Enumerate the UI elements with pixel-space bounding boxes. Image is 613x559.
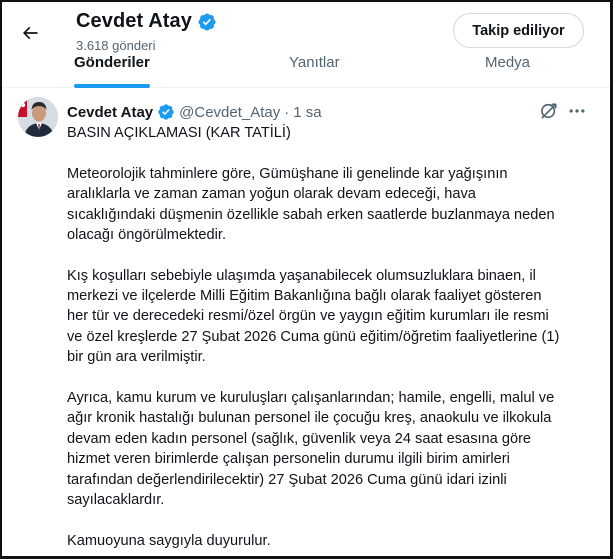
screenshot-border <box>0 0 613 559</box>
